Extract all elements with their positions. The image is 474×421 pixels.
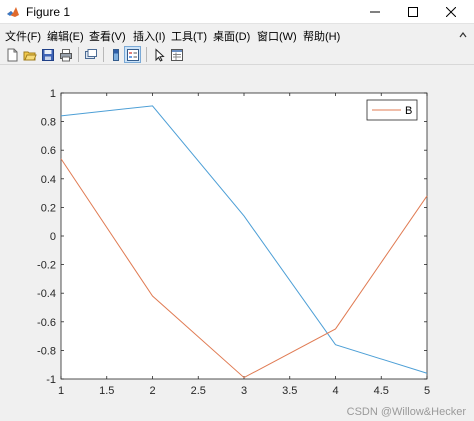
x-tick-label: 4.5	[374, 385, 389, 397]
toolbar-separator	[78, 47, 79, 62]
y-tick-label: 1	[50, 88, 56, 100]
link-plot-icon	[84, 48, 97, 59]
toolbar-separator	[103, 47, 104, 62]
menu-desktop[interactable]: 桌面(D)	[213, 28, 250, 44]
y-tick-label: 0.6	[41, 145, 56, 157]
watermark-text: CSDN @Willow&Hecker	[346, 406, 466, 418]
y-tick-label: -0.2	[37, 260, 56, 272]
menu-edit[interactable]: 编辑(E)	[47, 28, 84, 44]
x-tick-label: 5	[424, 385, 430, 397]
colorbar-icon	[112, 48, 119, 61]
y-tick-label: 0.2	[41, 202, 56, 214]
x-tick-label: 2	[149, 385, 155, 397]
menu-insert[interactable]: 插入(I)	[133, 28, 165, 44]
y-tick-label: -0.4	[37, 288, 56, 300]
menu-tools[interactable]: 工具(T)	[171, 28, 207, 44]
property-editor-icon	[170, 48, 183, 61]
matlab-logo-icon	[7, 7, 19, 17]
maximize-icon	[408, 7, 418, 17]
property-editor-button[interactable]	[168, 46, 185, 63]
x-tick-label: 1	[58, 385, 64, 397]
menu-help[interactable]: 帮助(H)	[303, 28, 340, 44]
save-icon	[41, 48, 54, 61]
print-button[interactable]	[57, 46, 74, 63]
y-tick-label: -0.6	[37, 317, 56, 329]
close-button[interactable]	[434, 0, 468, 24]
window-titlebar: Figure 1	[0, 0, 474, 24]
y-tick-label: 0	[50, 231, 56, 243]
print-icon	[59, 48, 72, 61]
maximize-button[interactable]	[396, 0, 430, 24]
x-tick-label: 2.5	[191, 385, 206, 397]
pointer-button[interactable]	[150, 46, 167, 63]
x-tick-label: 1.5	[99, 385, 114, 397]
y-tick-label: 0.4	[41, 174, 56, 186]
pointer-icon	[155, 47, 165, 62]
line-chart: 1 1.5 2 2.5 3 3.5 4 4.5 5 1 0.8 0.6 0.4 0.2 0 -0.2 -0.4 -…	[37, 88, 430, 397]
close-icon	[446, 7, 456, 17]
axes-background	[60, 92, 428, 380]
x-tick-label: 3	[241, 385, 247, 397]
legend-icon	[126, 48, 139, 61]
menu-file[interactable]: 文件(F)	[5, 28, 41, 44]
open-file-button[interactable]	[21, 46, 38, 63]
menu-bar: 文件(F) 编辑(E) 查看(V) 插入(I) 工具(T) 桌面(D) 窗口(W…	[0, 25, 474, 45]
legend-label-b: B	[405, 105, 412, 117]
colorbar-button[interactable]	[107, 46, 124, 63]
window-title: Figure 1	[26, 5, 71, 19]
collapse-toolbar-icon[interactable]	[458, 30, 468, 40]
link-plot-button[interactable]	[82, 46, 99, 63]
open-file-icon	[23, 51, 37, 60]
new-figure-icon	[7, 48, 17, 61]
y-tick-label: -1	[46, 374, 56, 386]
menu-window[interactable]: 窗口(W)	[257, 28, 297, 44]
new-figure-button[interactable]	[3, 46, 20, 63]
minimize-button[interactable]	[358, 0, 392, 24]
figure-canvas: 1 1.5 2 2.5 3 3.5 4 4.5 5 1 0.8 0.6 0.4 0.2 0 -0.2 -0.4 -…	[0, 66, 474, 421]
menu-view[interactable]: 查看(V)	[89, 28, 126, 44]
y-tick-label: -0.8	[37, 345, 56, 357]
x-tick-label: 4	[332, 385, 338, 397]
x-tick-label: 3.5	[282, 385, 297, 397]
minimize-icon	[370, 11, 380, 13]
legend-button[interactable]	[124, 46, 141, 63]
figure-toolbar	[0, 45, 474, 65]
toolbar-separator	[146, 47, 147, 62]
save-button[interactable]	[39, 46, 56, 63]
y-tick-label: 0.8	[41, 117, 56, 129]
